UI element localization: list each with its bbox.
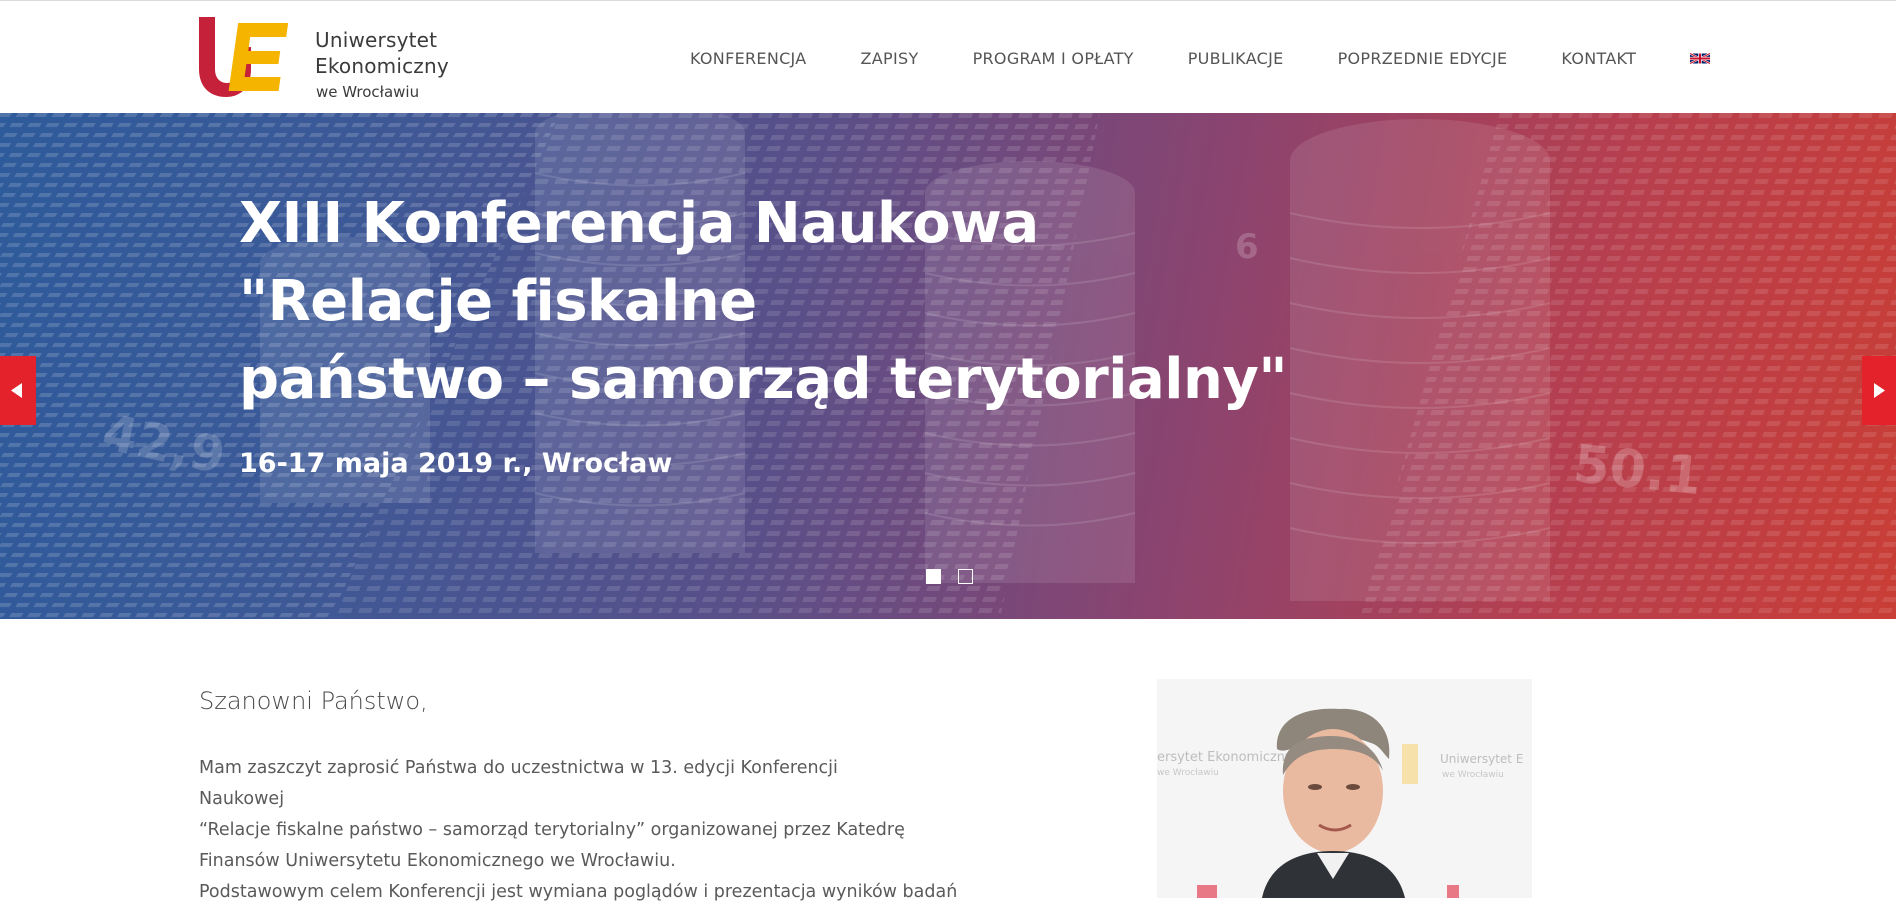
logo-name-line1: Uniwersytet Ekonomiczny bbox=[315, 28, 449, 78]
photo-backdrop-text-4: we Wrocławiu bbox=[1442, 770, 1504, 780]
intro-line-3: Finansów Uniwersytetu Ekonomicznego we W… bbox=[199, 851, 676, 871]
slider-dot-1[interactable] bbox=[926, 569, 941, 584]
slider-dot-2[interactable] bbox=[958, 569, 973, 584]
hero-title-line3: państwo – samorząd terytorialny" bbox=[239, 347, 1288, 412]
hero-title: XIII Konferencja Naukowa "Relacje fiskal… bbox=[239, 185, 1288, 419]
chevron-left-icon bbox=[11, 383, 22, 398]
intro-line-1: Mam zaszczyt zaprosić Państwa do uczestn… bbox=[199, 758, 838, 809]
chevron-right-icon bbox=[1874, 383, 1885, 398]
nav-item-zapisy[interactable]: ZAPISY bbox=[861, 49, 919, 68]
nav-item-program[interactable]: PROGRAM I OPŁATY bbox=[973, 49, 1134, 68]
photo-backdrop-text-2: we Wrocławiu bbox=[1157, 768, 1219, 778]
nav-item-kontakt[interactable]: KONTAKT bbox=[1561, 49, 1636, 68]
intro-line-2: “Relacje fiskalne państwo – samorząd ter… bbox=[199, 820, 905, 840]
slider-next-button[interactable] bbox=[1862, 356, 1896, 425]
hero-date: 16-17 maja 2019 r., Wrocław bbox=[239, 448, 673, 479]
slider-prev-button[interactable] bbox=[0, 356, 36, 425]
hero-slider: 42,9 6 50.1 XIII Konferencja Naukowa "Re… bbox=[0, 113, 1896, 619]
greeting-heading: Szanowni Państwo, bbox=[199, 687, 428, 715]
ue-logo-icon bbox=[199, 17, 289, 97]
site-header: Uniwersytet Ekonomiczny we Wrocławiu KON… bbox=[0, 1, 1896, 113]
slider-pagination bbox=[926, 569, 973, 584]
university-logo[interactable]: Uniwersytet Ekonomiczny we Wrocławiu bbox=[199, 17, 559, 101]
goal-paragraph: Podstawowym celem Konferencji jest wymia… bbox=[199, 882, 958, 902]
portrait-image: ersytet Ekonomiczny we Wrocławiu Uniwers… bbox=[1157, 679, 1532, 898]
intro-paragraph: Mam zaszczyt zaprosić Państwa do uczestn… bbox=[199, 753, 919, 877]
main-navigation: KONFERENCJA ZAPISY PROGRAM I OPŁATY PUBL… bbox=[690, 47, 1711, 69]
hero-title-line1: XIII Konferencja Naukowa bbox=[239, 191, 1039, 256]
nav-item-konferencja[interactable]: KONFERENCJA bbox=[690, 49, 807, 68]
uk-flag-icon[interactable] bbox=[1690, 52, 1711, 65]
nav-item-publikacje[interactable]: PUBLIKACJE bbox=[1188, 49, 1284, 68]
hero-title-line2: "Relacje fiskalne bbox=[239, 269, 757, 334]
main-content: Szanowni Państwo, Mam zaszczyt zaprosić … bbox=[0, 619, 1896, 902]
photo-backdrop-text-1: ersytet Ekonomiczny bbox=[1157, 750, 1293, 765]
professor-photo: ersytet Ekonomiczny we Wrocławiu Uniwers… bbox=[1157, 679, 1532, 898]
photo-backdrop-text-3: Uniwersytet E bbox=[1440, 752, 1523, 766]
logo-name-line2: we Wrocławiu bbox=[316, 83, 420, 101]
nav-item-poprzednie-edycje[interactable]: POPRZEDNIE EDYCJE bbox=[1338, 49, 1508, 68]
